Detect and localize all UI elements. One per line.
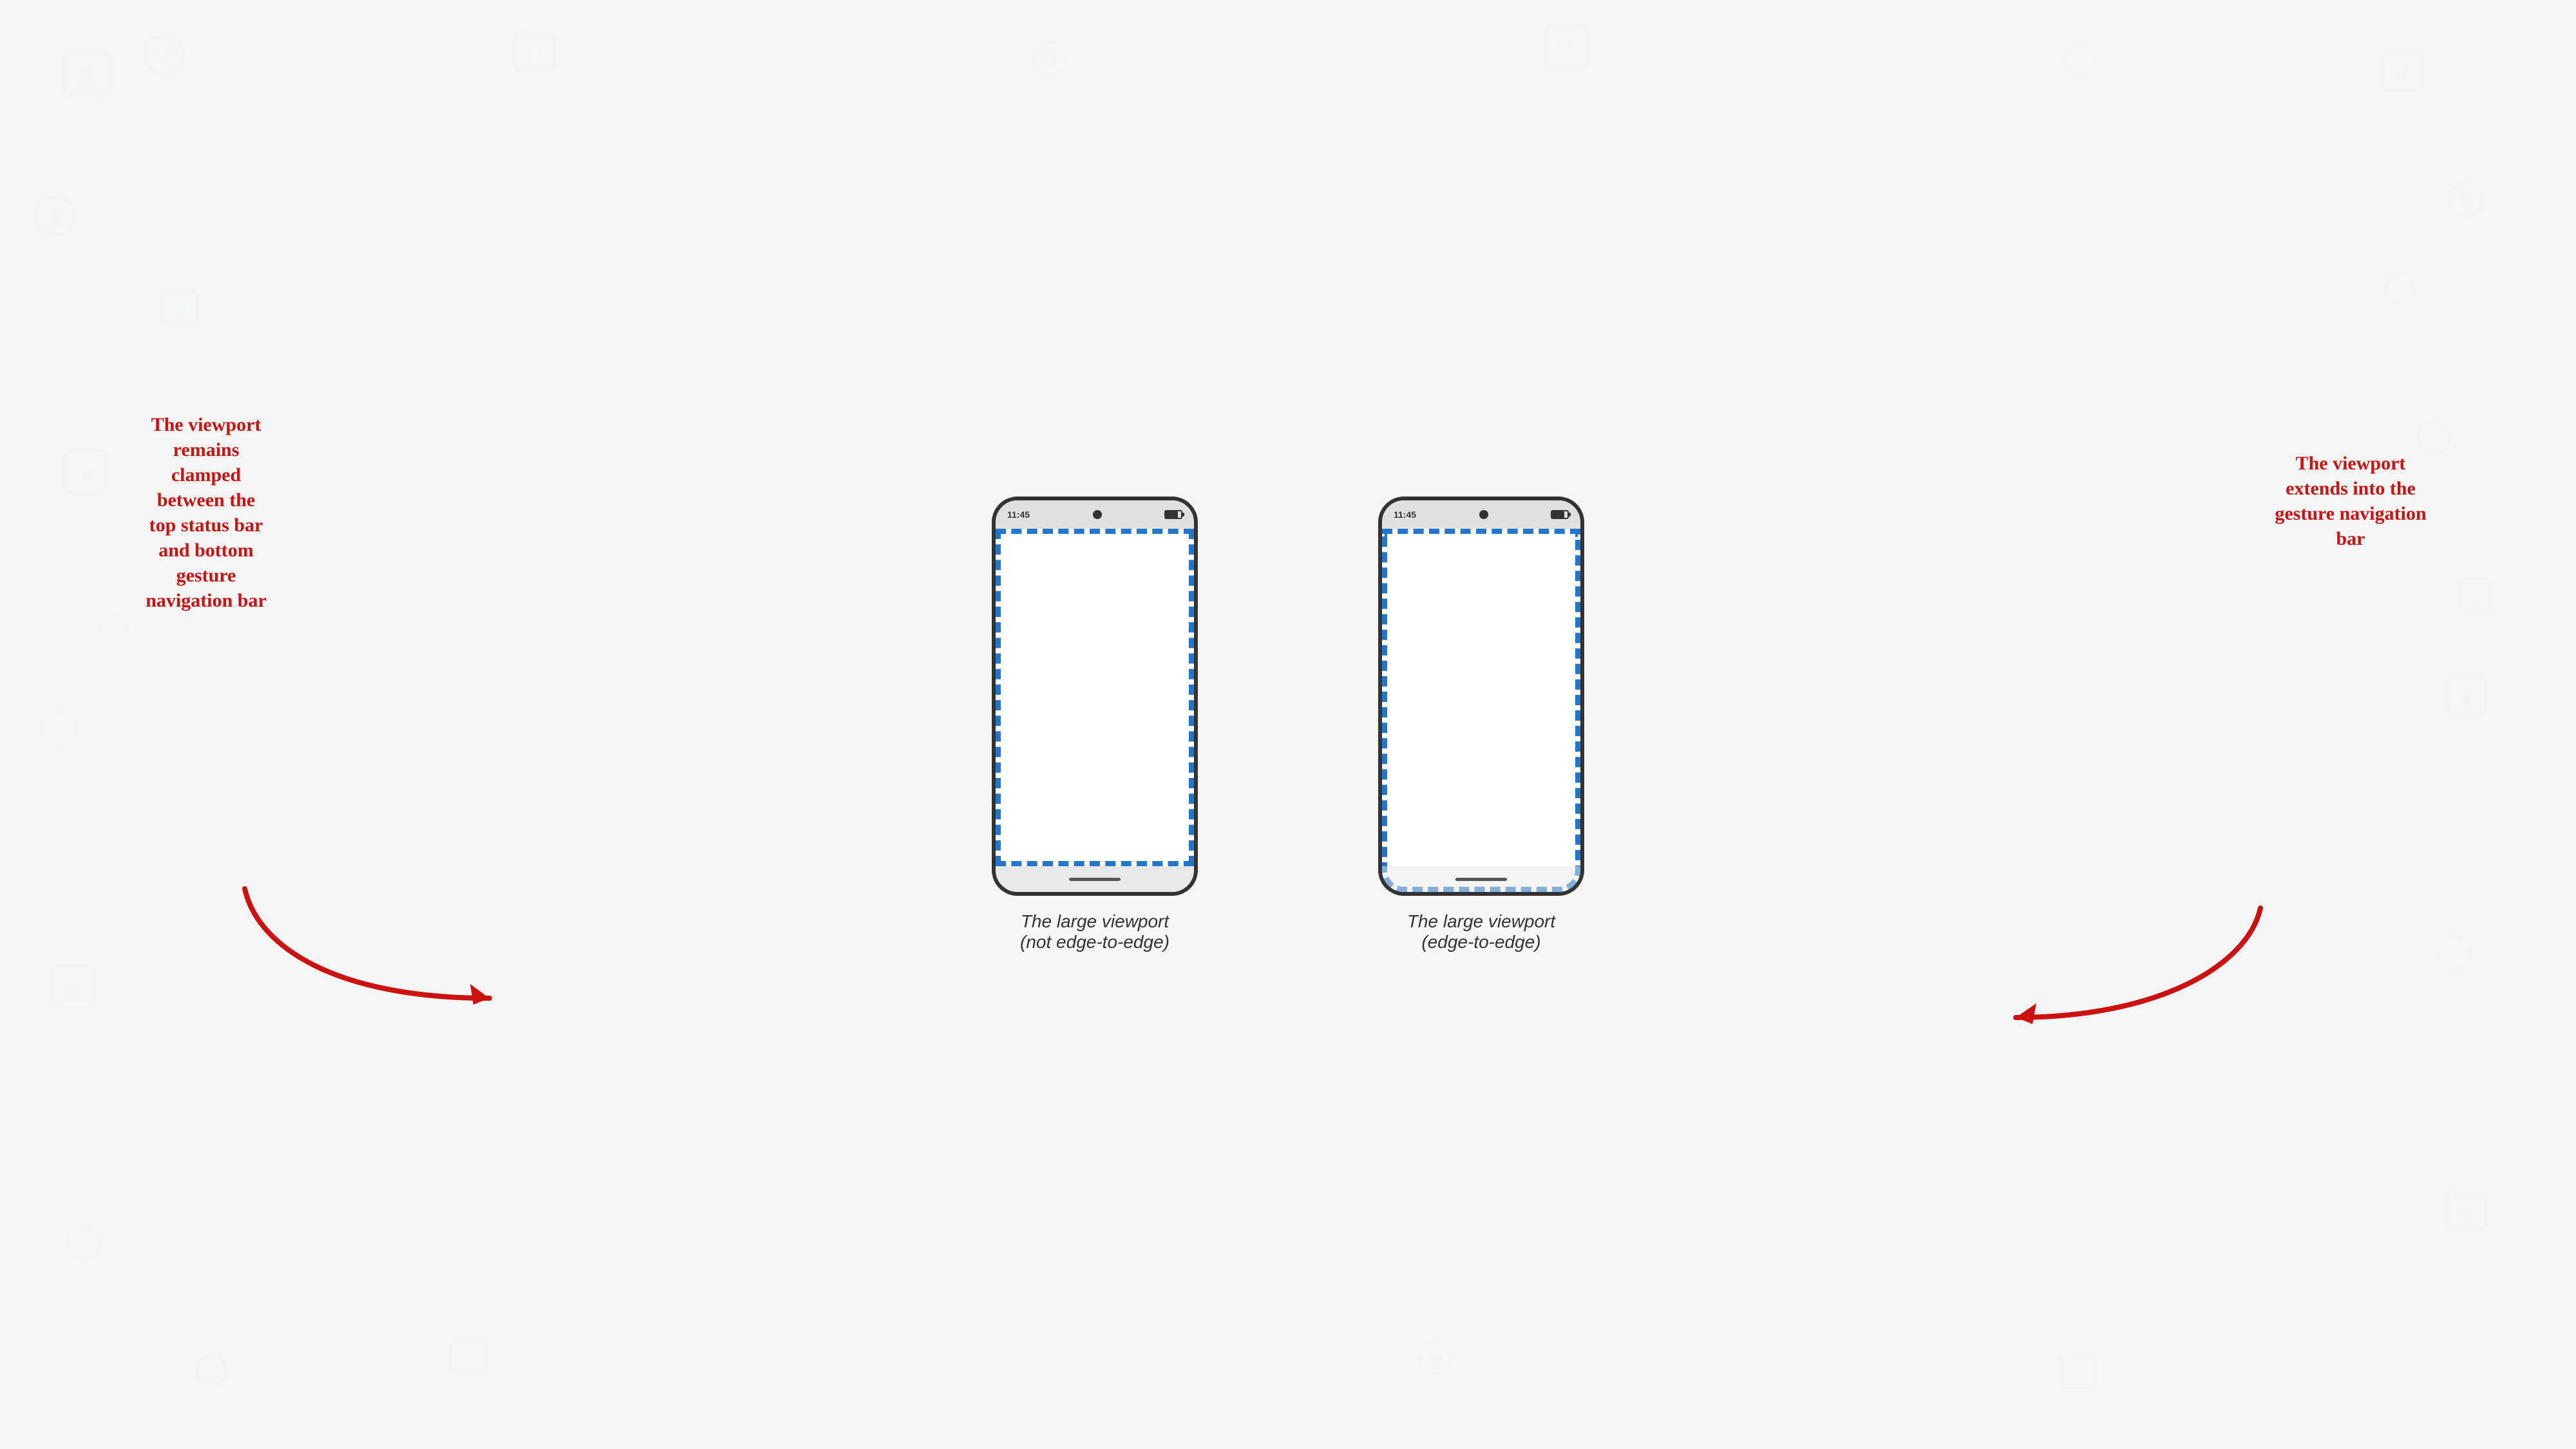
phone-not-edge-caption: The large viewport (not edge-to-edge): [1020, 911, 1170, 952]
status-bar-2: 11:45: [1382, 500, 1580, 529]
battery-fill-2: [1552, 511, 1564, 518]
camera-dot-1: [1093, 510, 1102, 519]
phone-edge: 11:45: [1378, 497, 1584, 896]
right-annotation: The viewport extends into the gesture na…: [2228, 451, 2473, 551]
phone-edge-caption: The large viewport (edge-to-edge): [1407, 911, 1555, 952]
left-annotation: The viewport remains clamped between the…: [84, 412, 328, 613]
phone-not-edge-wrapper: 11:45 The large viewport (not edge-to-ed…: [992, 497, 1198, 952]
status-time-1: 11:45: [1007, 509, 1030, 520]
status-time-2: 11:45: [1394, 509, 1416, 520]
status-bar-1: 11:45: [996, 500, 1194, 529]
battery-1: [1164, 510, 1182, 519]
viewport-not-edge: [996, 529, 1194, 866]
left-arrow: [206, 869, 515, 1050]
phone-edge-wrapper: 11:45 The large viewport (edge-to-edge): [1378, 497, 1584, 952]
viewport-edge: [1382, 529, 1580, 892]
camera-dot-2: [1479, 510, 1488, 519]
nav-bar-1: [996, 866, 1194, 892]
phone-not-edge: 11:45: [992, 497, 1198, 896]
gesture-line-1: [1069, 878, 1121, 881]
main-content: The viewport remains clamped between the…: [0, 0, 2576, 1449]
gesture-line-2: [1455, 878, 1507, 881]
nav-bar-2: [1382, 866, 1580, 892]
battery-fill-1: [1166, 511, 1178, 518]
battery-2: [1551, 510, 1569, 519]
